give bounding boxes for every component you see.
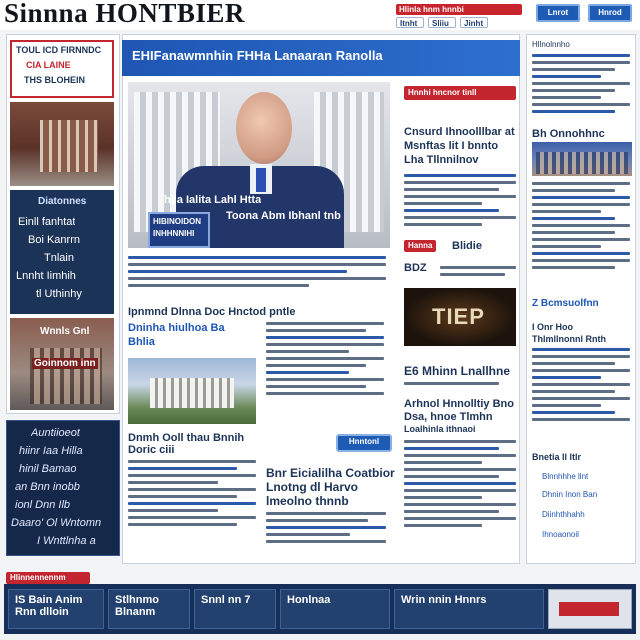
building-photo[interactable] xyxy=(128,358,256,424)
left-list-panel: Diatonnes Einll fanhtat Boi Kanrrn Tnlai… xyxy=(10,190,114,314)
right-story-title[interactable]: E6 Mhinn Lnallhne xyxy=(404,364,510,378)
hero-overlay-2: Toona Abm Ibhanl tnb xyxy=(226,210,341,222)
left-list-item[interactable]: Tnlain xyxy=(44,252,74,264)
hero-photo[interactable]: hlia Ialita Lahl Htta Toona Abm Ibhanl t… xyxy=(128,82,390,248)
far-right-label[interactable]: Z Bcmsuolfnn xyxy=(532,298,599,309)
left-list-item[interactable]: Einll fanhtat xyxy=(18,216,75,228)
quote-line: an Bnn inobb xyxy=(15,481,80,493)
far-right-link[interactable]: Dhnin Inon Ban xyxy=(542,490,597,499)
photo-caption-1: Wnnls Gnl xyxy=(40,326,90,337)
left-quote-panel[interactable]: Auntiioeot hiinr Iaa Hilla hinil Bamao a… xyxy=(6,420,120,556)
left-list-item[interactable]: tl Uthinhy xyxy=(36,288,82,300)
second-story-text xyxy=(128,460,256,530)
quote-line: hiinr Iaa Hilla xyxy=(19,445,83,457)
right-story2-title-3[interactable]: Loalhinla ithnaoi xyxy=(404,424,476,434)
bottom-headline-3[interactable]: lmeolno thnnb xyxy=(266,494,349,508)
site-header: Sinnna HONTBIER Hlinla hnm hnnbi Itnht S… xyxy=(0,0,640,30)
subscribe-button[interactable]: Hnrod xyxy=(588,4,632,22)
hero-tag: HIBINOIDON INHHNNIHI xyxy=(148,212,210,248)
left-list-item[interactable]: Boi Kanrrn xyxy=(28,234,80,246)
story-title-2[interactable]: Bhlia xyxy=(128,336,155,348)
hero-summary xyxy=(128,256,386,291)
left-list-heading: Diatonnes xyxy=(38,196,87,207)
footer-tile[interactable]: Wrin nnin Hnnrs xyxy=(394,589,544,629)
section-badge[interactable]: Hanna xyxy=(404,240,437,252)
top-banner[interactable]: EHIFanawmnhin FHHa Lanaaran Ranolla xyxy=(122,40,520,76)
quote-line: Daaro' Ol Wntomn xyxy=(11,517,102,529)
video-thumbnail[interactable]: TIEP xyxy=(404,288,516,346)
second-story-title-2[interactable]: Doric ciii xyxy=(128,444,174,456)
header-link-2[interactable]: Sliiu xyxy=(428,17,456,28)
right-headline-1[interactable]: Cnsurd Ihnoolllbar at xyxy=(404,126,515,138)
footer-tile[interactable]: Honlnaa xyxy=(280,589,390,629)
far-right-lower-text xyxy=(532,348,630,425)
footer-badge[interactable]: Hlinnennennm xyxy=(6,572,90,584)
header-link-3[interactable]: Jinht xyxy=(460,17,488,28)
section-label: Blidie xyxy=(452,240,482,252)
breaking-badge[interactable]: Hnnhi hncnor tinll xyxy=(404,86,516,100)
hero-tag-line-1: HIBINOIDON xyxy=(153,217,201,226)
small-label-text xyxy=(440,266,516,280)
small-label: BDZ xyxy=(404,262,427,274)
video-label: TIEP xyxy=(432,304,485,329)
left-list-item[interactable]: Lnnht Iimhih xyxy=(16,270,76,282)
header-link-live[interactable]: Hlinla hnm hnnbi xyxy=(396,4,522,15)
login-button[interactable]: Lnrot xyxy=(536,4,580,22)
right-story2-text xyxy=(404,440,516,531)
section-subhead[interactable]: Ipnmnd Dlnna Doc Hnctod pntle xyxy=(128,306,295,318)
far-right-section[interactable]: Bnetia ll ltlr xyxy=(532,452,581,462)
quote-line: I Wnttlnha a xyxy=(37,535,96,547)
second-story-title-1[interactable]: Dnmh Ooll thau Bnnih xyxy=(128,432,244,444)
footer-tile[interactable]: Snnl nn 7 xyxy=(194,589,276,629)
hero-overlay-1: hlia Ialita Lahl Htta xyxy=(164,194,262,206)
far-right-link[interactable]: Diinhthhahh xyxy=(542,510,585,519)
story-title-1[interactable]: Dninha hiulhoa Ba xyxy=(128,322,225,334)
far-right-link[interactable]: Blnnhhhe llnt xyxy=(542,472,588,481)
footer-tile[interactable]: IS Bain Anim Rnn dlloin xyxy=(8,589,104,629)
right-headline-2[interactable]: Msnftas lit I bnnto xyxy=(404,140,498,152)
read-more-button[interactable]: Hnntonl xyxy=(336,434,392,452)
site-logo[interactable]: Sinnna HONTBIER xyxy=(4,0,245,27)
far-right-label[interactable]: Thlmllnonnl Rnth xyxy=(532,334,606,344)
far-right-link[interactable]: Ihnoaonoil xyxy=(542,530,579,539)
bottom-headline-1[interactable]: Bnr Eicialilha Coatbior xyxy=(266,466,395,480)
header-link-1[interactable]: Itnht xyxy=(396,17,424,28)
quote-line: ionl Dnn Ilb xyxy=(15,499,71,511)
promo-title-3: THS BLOHEIN xyxy=(24,75,86,85)
right-headline-3[interactable]: Lha Tllnnilnov xyxy=(404,154,479,166)
far-right-top-text xyxy=(532,54,630,117)
story-text xyxy=(266,322,384,399)
far-right-top-label: Hllnolnnho xyxy=(532,40,570,49)
hero-tag-line-2: INHHNNIHI xyxy=(153,229,195,238)
opinion-heading[interactable]: Bh Onnohhnc xyxy=(532,128,605,140)
quote-line: Auntiioeot xyxy=(31,427,80,439)
right-headline-text xyxy=(404,174,516,230)
photo-caption-2: Goinnom inn xyxy=(32,358,98,369)
bottom-headline-text xyxy=(266,512,386,547)
promo-box[interactable]: TOUL ICD FIRNNDC CIA LAINE THS BLOHEIN xyxy=(10,40,114,98)
far-right-photo[interactable] xyxy=(532,142,632,176)
quote-line: hinil Bamao xyxy=(19,463,77,475)
footer-ad[interactable] xyxy=(548,589,632,629)
right-story-text xyxy=(404,382,516,389)
left-building-photo[interactable] xyxy=(10,102,114,186)
promo-title-1: TOUL ICD FIRNNDC xyxy=(16,45,102,55)
footer-tile[interactable]: Stlhnmo Blnanm xyxy=(108,589,190,629)
promo-title-2: CIA LAINE xyxy=(26,60,71,70)
right-story2-title-2[interactable]: Dsa, hnoe Tlmhn xyxy=(404,411,493,423)
left-event-photo[interactable]: Wnnls Gnl Goinnom inn xyxy=(10,318,114,410)
right-story2-title-1[interactable]: Arhnol Hnnolltiy Bno xyxy=(404,398,514,410)
far-right-label[interactable]: I Onr Hoo xyxy=(532,322,573,332)
bottom-headline-2[interactable]: Lnotng dl Harvo xyxy=(266,480,358,494)
far-right-mid-text xyxy=(532,182,630,273)
